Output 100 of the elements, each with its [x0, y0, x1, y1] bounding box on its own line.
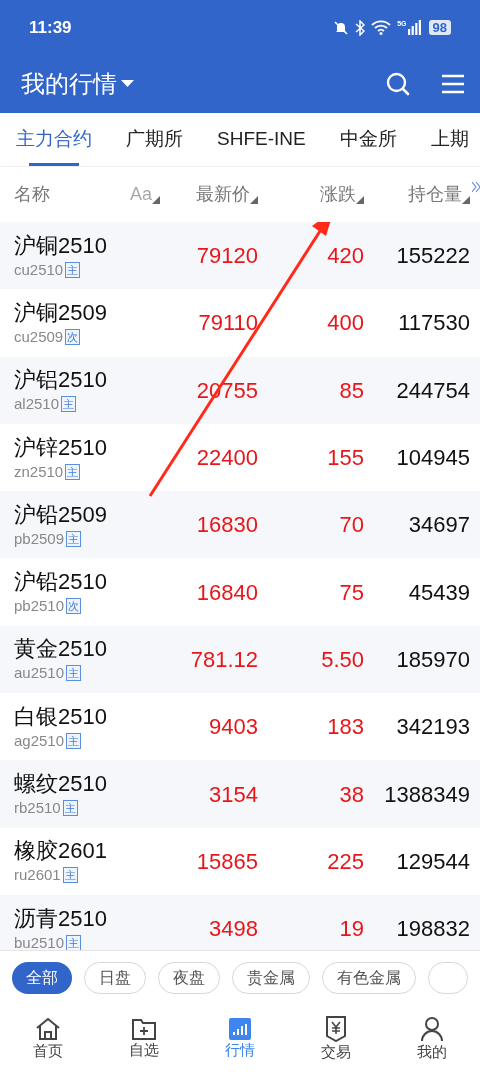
- tab[interactable]: 广期所: [126, 113, 183, 166]
- contract-name: 沪铝2510: [14, 366, 108, 395]
- folder-plus-icon: [132, 1018, 156, 1040]
- contract-name: 沪锌2510: [14, 433, 108, 462]
- price-cell-text: 9403: [208, 713, 258, 742]
- contract-name: 螺纹2510: [14, 770, 108, 798]
- tab[interactable]: SHFE-INE: [217, 113, 306, 166]
- contract-code: au2510: [14, 663, 65, 684]
- column-header[interactable]: 最新价: [196, 181, 250, 208]
- contract-name: 沪铅2510: [14, 568, 108, 597]
- column-header[interactable]: 涨跌: [320, 181, 356, 208]
- active-tab-indicator: [29, 163, 79, 166]
- signal-icon: [407, 20, 421, 35]
- nav-tab[interactable]: 行情: [192, 1005, 288, 1072]
- change-cell-text: 38: [338, 780, 364, 809]
- contract-name: 橡胶2601: [14, 837, 108, 866]
- double-chevron-icon[interactable]: [472, 181, 480, 193]
- yen-shield-icon: [326, 1016, 346, 1042]
- nav-tab[interactable]: 首页: [0, 1005, 96, 1072]
- price-cell-text: 16830: [195, 511, 258, 540]
- contract-tag: 主: [62, 867, 78, 884]
- price-cell-text: 79120: [195, 242, 258, 271]
- nav-tab[interactable]: 交易: [288, 1005, 384, 1072]
- search-icon[interactable]: [386, 72, 410, 96]
- open-interest-cell-text: 198832: [395, 915, 470, 944]
- contract-code: pb2510: [14, 596, 65, 617]
- sort-icon: [152, 196, 160, 204]
- change-cell-text: 5.50: [320, 645, 364, 674]
- contract-name: 白银2510: [14, 702, 108, 731]
- contract-tag: 主: [66, 732, 82, 749]
- column-header: 名称: [14, 183, 50, 206]
- contract-code: zn2510: [14, 461, 64, 482]
- contract-code: ag2510: [14, 730, 65, 751]
- open-interest-cell-text: 104945: [395, 444, 470, 473]
- change-cell-text: 85: [338, 376, 364, 405]
- open-interest-cell-text: 244754: [395, 376, 470, 405]
- change-cell-text: 155: [326, 444, 364, 473]
- sort-icon: [250, 196, 258, 204]
- contract-tag: 主: [66, 665, 82, 682]
- quote-row[interactable]: 沪铅2509 pb2509 主 16830 70 34697: [0, 491, 480, 559]
- sort-icon: [356, 196, 364, 204]
- person-icon: [421, 1016, 443, 1042]
- open-interest-cell-text: 34697: [407, 511, 470, 540]
- tab[interactable]: 主力合约: [16, 113, 92, 166]
- contract-code: bu2510: [14, 932, 65, 950]
- contract-code: pb2509: [14, 528, 65, 549]
- change-cell-text: 19: [338, 915, 364, 944]
- price-cell-text: 22400: [195, 444, 258, 473]
- change-cell-text: 75: [338, 578, 364, 607]
- open-interest-cell-text: 155222: [395, 242, 470, 271]
- contract-code: al2510: [14, 394, 60, 415]
- price-cell-text: 3154: [208, 780, 258, 809]
- contract-name: 沪铜2510: [14, 231, 108, 260]
- muted-bell-icon: [333, 19, 350, 36]
- contract-tag: 主: [66, 530, 82, 547]
- contract-tag: 次: [66, 598, 82, 615]
- contract-name: 沪铜2509: [14, 298, 108, 327]
- contract-name: 黄金2510: [14, 635, 108, 664]
- quote-row[interactable]: 螺纹2510 rb2510 主 3154 38 1388349: [0, 760, 480, 828]
- wifi-icon: [371, 20, 392, 35]
- nav-tab[interactable]: 我的: [384, 1005, 480, 1072]
- column-header[interactable]: 持仓量: [408, 181, 462, 208]
- bar-chart-icon: [229, 1018, 251, 1040]
- contract-tag: 次: [65, 328, 81, 345]
- change-cell-text: 183: [326, 713, 364, 742]
- contract-tag: 主: [61, 396, 77, 413]
- open-interest-cell-text: 1388349: [383, 780, 470, 809]
- caret-icon: [121, 80, 134, 88]
- status-time: 11:39: [29, 16, 72, 39]
- contract-code: ru2601: [14, 865, 61, 886]
- tab[interactable]: 上期: [430, 113, 469, 166]
- tab[interactable]: 中金所: [339, 113, 397, 166]
- contract-tag: 主: [65, 261, 81, 278]
- price-cell-text: 16840: [195, 578, 258, 607]
- open-interest-cell-text: 129544: [395, 847, 470, 876]
- filter-chip[interactable]: 全部: [12, 962, 72, 994]
- change-cell-text: 400: [326, 309, 364, 338]
- contract-tag: 主: [65, 463, 81, 480]
- change-cell-text: 420: [326, 242, 364, 271]
- price-cell-text: 15865: [195, 847, 258, 876]
- quote-row[interactable]: 沪铜2510 cu2510 主 79120 420 155222: [0, 222, 480, 290]
- open-interest-cell-text: 342193: [395, 713, 470, 742]
- market-view-selector[interactable]: 我的行情: [21, 66, 134, 102]
- quote-row[interactable]: 黄金2510 au2510 主 781.12 5.50 185970: [0, 625, 480, 694]
- menu-icon[interactable]: [442, 74, 464, 94]
- sort-icon: [462, 196, 470, 204]
- nav-tab[interactable]: 自选: [96, 1005, 192, 1072]
- bluetooth-icon: [355, 19, 366, 36]
- contract-tag: 主: [62, 800, 78, 816]
- open-interest-cell-text: 185970: [395, 645, 470, 674]
- open-interest-cell-text: 45439: [407, 578, 470, 607]
- house-icon: [35, 1017, 61, 1041]
- quote-row[interactable]: 沥青2510 bu2510 主 3498 19 198832: [0, 894, 480, 950]
- battery-indicator: 98: [428, 20, 451, 35]
- contract-tag: 主: [66, 934, 82, 950]
- contract-name: 沪铅2509: [14, 500, 108, 529]
- price-cell-text: 781.12: [189, 645, 258, 674]
- price-cell-text: 79110: [197, 309, 258, 338]
- contract-code: rb2510: [14, 798, 61, 818]
- change-cell-text: 70: [338, 511, 364, 540]
